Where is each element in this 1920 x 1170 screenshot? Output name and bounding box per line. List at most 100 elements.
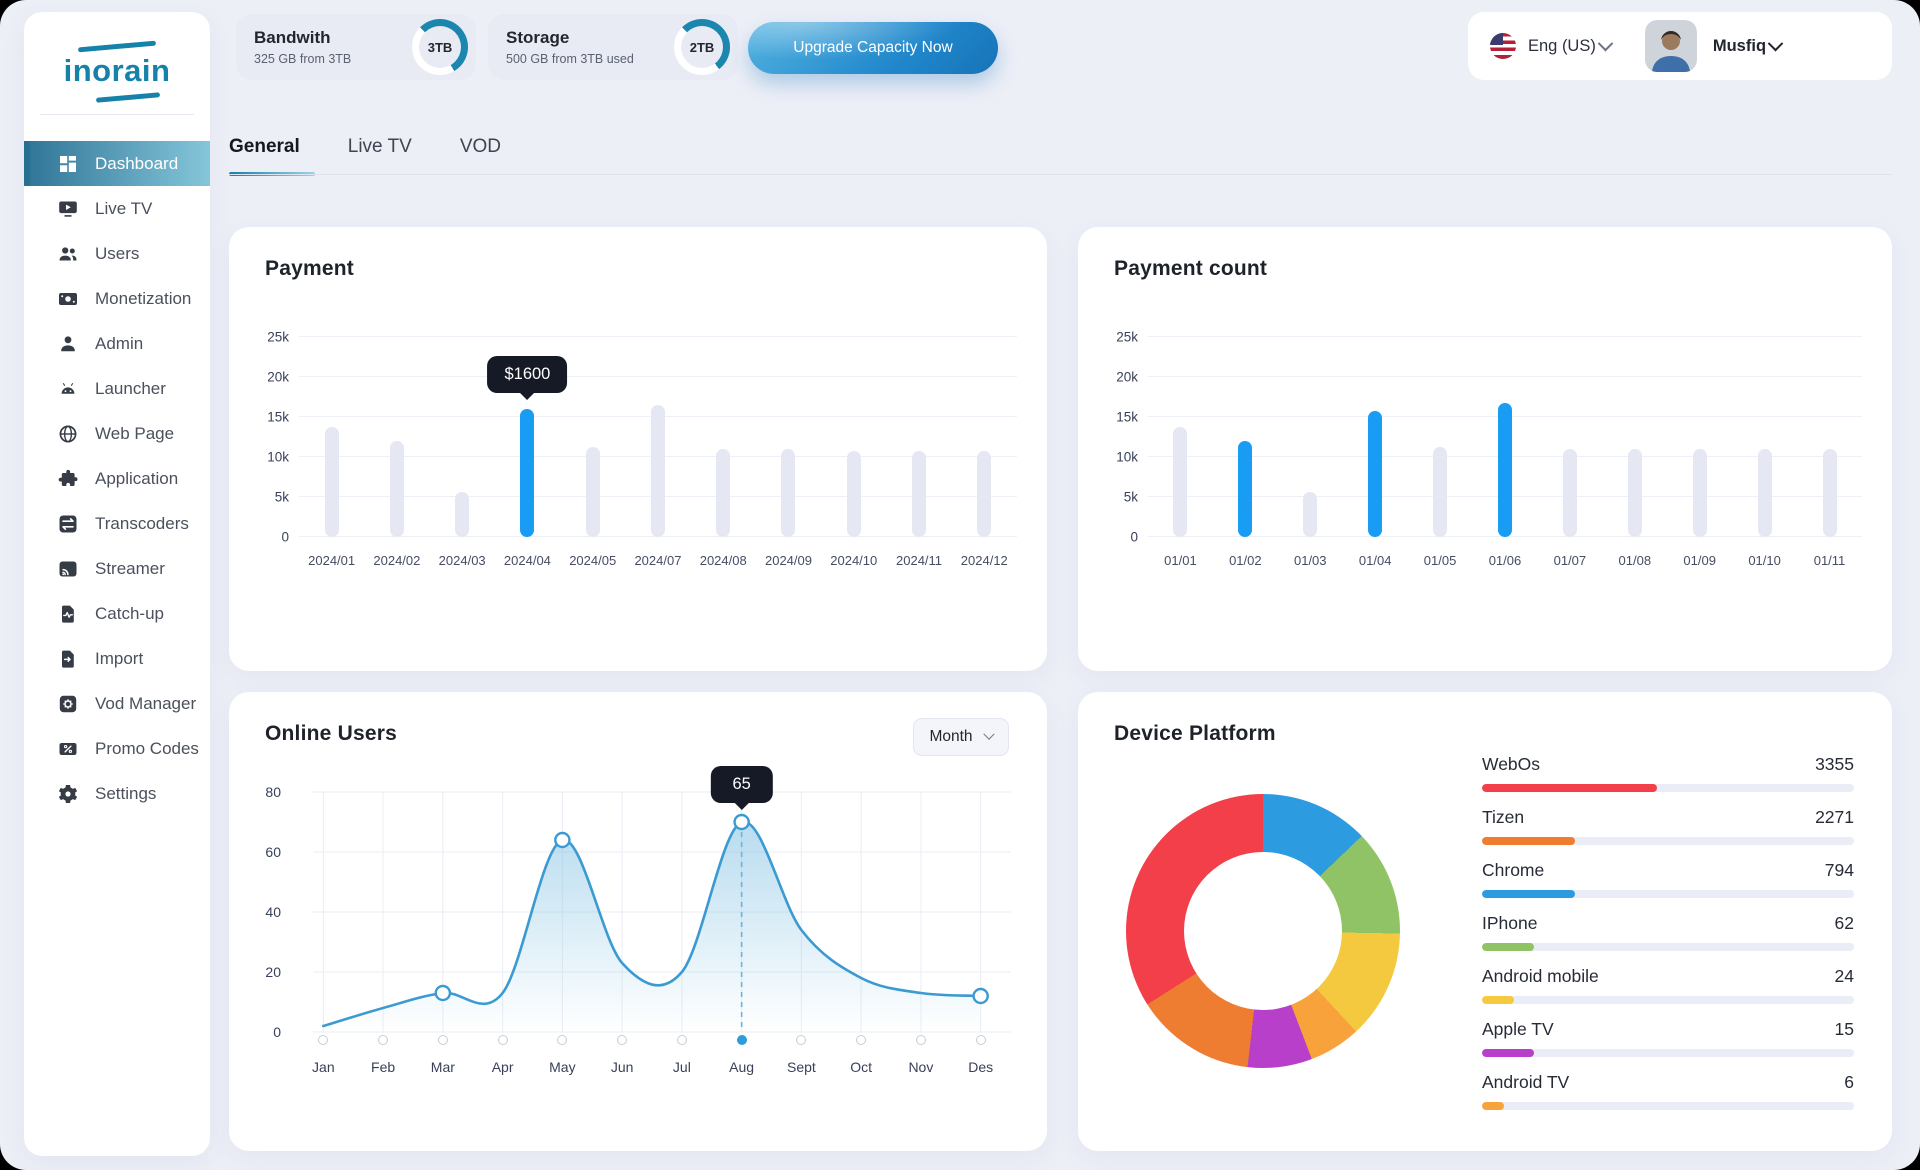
month-dot-des[interactable] <box>976 1035 986 1045</box>
language-select[interactable]: Eng (US) <box>1528 37 1596 56</box>
legend-progress-fill <box>1482 784 1657 792</box>
sidebar-item-live-tv[interactable]: Live TV <box>24 186 210 231</box>
month-dot-oct[interactable] <box>856 1035 866 1045</box>
month-dot-nov[interactable] <box>916 1035 926 1045</box>
legend-value: 15 <box>1835 1019 1854 1040</box>
bar-01/03[interactable] <box>1303 492 1317 537</box>
section-tabs: General Live TV VOD <box>229 136 501 158</box>
legend-progress-track <box>1482 1102 1854 1110</box>
highlighted-bar-01/06[interactable] <box>1498 403 1512 537</box>
device-platform-legend: WebOs3355Tizen2271Chrome794IPhone62Andro… <box>1482 754 1854 1125</box>
bar-plot <box>1148 337 1862 537</box>
sidebar-item-launcher[interactable]: Launcher <box>24 366 210 411</box>
bar-2024/09[interactable] <box>781 449 795 537</box>
bar-01/05[interactable] <box>1433 447 1447 537</box>
legend-progress-track <box>1482 890 1854 898</box>
payment-chart[interactable]: 05k10k15k20k25k$16002024/012024/022024/0… <box>255 337 1017 568</box>
bar-tooltip: $1600 <box>487 356 567 393</box>
month-dot-mar[interactable] <box>438 1035 448 1045</box>
tab-vod[interactable]: VOD <box>460 136 501 158</box>
sidebar-item-transcoders[interactable]: Transcoders <box>24 501 210 546</box>
month-dot-sept[interactable] <box>796 1035 806 1045</box>
sidebar-item-monetization[interactable]: Monetization <box>24 276 210 321</box>
sidebar-item-import[interactable]: Import <box>24 636 210 681</box>
month-dot-feb[interactable] <box>378 1035 388 1045</box>
bandwidth-title: Bandwith <box>254 28 351 48</box>
sidebar-item-dashboard[interactable]: Dashboard <box>24 141 210 186</box>
bar-2024/05[interactable] <box>586 447 600 537</box>
bar-2024/12[interactable] <box>977 451 991 537</box>
bar-01/11[interactable] <box>1823 449 1837 537</box>
topbar-user-section: Eng (US) Musfiq <box>1468 12 1892 80</box>
chevron-down-icon <box>983 729 994 740</box>
bar-01/07[interactable] <box>1563 449 1577 537</box>
bar-01/09[interactable] <box>1693 449 1707 537</box>
online-users-chart[interactable]: 020406080 65JanFebMarAprMayJunJulAugSept… <box>253 792 1011 1079</box>
bar-01/08[interactable] <box>1628 449 1642 537</box>
tab-general[interactable]: General <box>229 136 300 158</box>
streamer-icon <box>58 559 78 579</box>
sidebar-item-label: Import <box>95 649 143 669</box>
users-icon <box>58 244 78 264</box>
sidebar-item-label: Application <box>95 469 178 489</box>
brand-logo: inorain <box>44 42 190 100</box>
month-dot-jan[interactable] <box>318 1035 328 1045</box>
bar-2024/03[interactable] <box>455 492 469 537</box>
sidebar-item-admin[interactable]: Admin <box>24 321 210 366</box>
bar-01/01[interactable] <box>1173 427 1187 537</box>
sidebar-item-promo-codes[interactable]: Promo Codes <box>24 726 210 771</box>
legend-label: Android TV <box>1482 1072 1569 1093</box>
avatar[interactable] <box>1645 20 1697 72</box>
bar-01/10[interactable] <box>1758 449 1772 537</box>
highlighted-bar-01/04[interactable] <box>1368 411 1382 537</box>
sidebar-item-label: Users <box>95 244 139 264</box>
sidebar-item-vod-manager[interactable]: Vod Manager <box>24 681 210 726</box>
legend-row-apple-tv: Apple TV 15 <box>1482 1019 1854 1057</box>
sidebar-item-application[interactable]: Application <box>24 456 210 501</box>
device-platform-card: Device Platform WebOs3355Tizen2271Chrome… <box>1078 692 1892 1151</box>
device-platform-donut[interactable] <box>1126 794 1400 1068</box>
sidebar-item-catch-up[interactable]: Catch-up <box>24 591 210 636</box>
chevron-down-icon[interactable] <box>1768 35 1784 51</box>
month-dot-jul[interactable] <box>677 1035 687 1045</box>
highlighted-bar-2024/04[interactable] <box>520 409 534 537</box>
legend-label: Tizen <box>1482 807 1524 828</box>
line-tooltip: 65 <box>710 766 772 803</box>
admin-icon <box>58 334 78 354</box>
period-select[interactable]: Month <box>913 718 1009 756</box>
upgrade-capacity-button[interactable]: Upgrade Capacity Now <box>748 22 998 74</box>
promo-codes-icon <box>58 739 78 759</box>
month-dot-apr[interactable] <box>498 1035 508 1045</box>
user-menu[interactable]: Musfiq <box>1713 37 1766 56</box>
legend-progress-fill <box>1482 890 1575 898</box>
sidebar-divider <box>40 114 194 115</box>
bar-2024/08[interactable] <box>716 449 730 537</box>
legend-label: Apple TV <box>1482 1019 1554 1040</box>
bar-2024/10[interactable] <box>847 451 861 537</box>
sidebar-item-users[interactable]: Users <box>24 231 210 276</box>
month-dot-may[interactable] <box>557 1035 567 1045</box>
bar-2024/01[interactable] <box>325 427 339 537</box>
bar-plot: $1600 <box>299 337 1017 537</box>
bandwidth-ring: 3TB <box>412 19 468 75</box>
legend-value: 794 <box>1825 860 1854 881</box>
y-axis: 020406080 <box>253 792 293 1032</box>
month-dot-aug[interactable] <box>737 1035 747 1045</box>
bar-2024/07[interactable] <box>651 405 665 537</box>
payment-count-chart[interactable]: 05k10k15k20k25k01/0101/0201/0301/0401/05… <box>1104 337 1862 568</box>
legend-progress-track <box>1482 1049 1854 1057</box>
settings-icon <box>58 784 78 804</box>
bar-2024/11[interactable] <box>912 451 926 537</box>
sidebar-item-web-page[interactable]: Web Page <box>24 411 210 456</box>
month-dot-jun[interactable] <box>617 1035 627 1045</box>
bar-2024/02[interactable] <box>390 441 404 537</box>
sidebar-item-streamer[interactable]: Streamer <box>24 546 210 591</box>
highlighted-bar-01/02[interactable] <box>1238 441 1252 537</box>
legend-progress-fill <box>1482 1102 1504 1110</box>
tab-live-tv[interactable]: Live TV <box>348 136 412 158</box>
sidebar-item-label: Promo Codes <box>95 739 199 759</box>
legend-row-iphone: IPhone62 <box>1482 913 1854 951</box>
chevron-down-icon[interactable] <box>1598 35 1614 51</box>
transcoders-icon <box>58 514 78 534</box>
sidebar-item-settings[interactable]: Settings <box>24 771 210 816</box>
